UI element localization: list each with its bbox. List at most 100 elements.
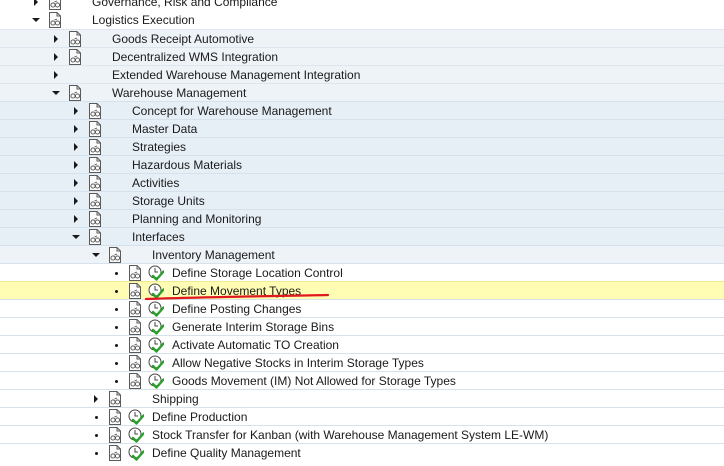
tree-node-label[interactable]: Shipping — [152, 390, 199, 408]
document-icon[interactable] — [128, 319, 142, 335]
tree-node-label[interactable]: Define Posting Changes — [172, 300, 301, 318]
tree-node-label[interactable]: Master Data — [132, 120, 197, 138]
document-icon[interactable] — [48, 0, 62, 10]
document-icon[interactable] — [88, 193, 102, 209]
tree-node-label[interactable]: Interfaces — [132, 228, 185, 246]
execute-activity-icon[interactable] — [148, 301, 165, 317]
collapse-arrow-icon[interactable] — [71, 174, 81, 192]
tree-row[interactable]: Allow Negative Stocks in Interim Storage… — [0, 353, 724, 371]
tree-row[interactable]: Goods Receipt Automotive — [0, 29, 724, 47]
document-icon[interactable] — [68, 31, 82, 47]
document-icon[interactable] — [108, 427, 122, 443]
tree-row[interactable]: Define Production — [0, 407, 724, 425]
tree-node-label[interactable]: Decentralized WMS Integration — [112, 48, 278, 66]
tree-node-label[interactable]: Governance, Risk and Compliance — [92, 0, 277, 11]
tree-node-label[interactable]: Define Storage Location Control — [172, 264, 343, 282]
tree-row[interactable]: Define Quality Management — [0, 443, 724, 461]
expand-arrow-icon[interactable] — [31, 11, 41, 29]
tree-row[interactable]: Define Posting Changes — [0, 299, 724, 317]
tree-node-label[interactable]: Logistics Execution — [92, 11, 195, 29]
document-icon[interactable] — [108, 409, 122, 425]
tree-row[interactable]: Strategies — [0, 137, 724, 155]
tree-row[interactable]: Hazardous Materials — [0, 155, 724, 173]
tree-node-label[interactable]: Storage Units — [132, 192, 205, 210]
execute-activity-icon[interactable] — [148, 373, 165, 389]
tree-row[interactable]: Master Data — [0, 119, 724, 137]
tree-row[interactable]: Generate Interim Storage Bins — [0, 317, 724, 335]
document-icon[interactable] — [68, 49, 82, 65]
tree-node-label[interactable]: Define Production — [152, 408, 247, 426]
tree-row[interactable]: Concept for Warehouse Management — [0, 101, 724, 119]
expand-arrow-icon[interactable] — [71, 228, 81, 246]
document-icon[interactable] — [128, 337, 142, 353]
collapse-arrow-icon[interactable] — [71, 192, 81, 210]
expand-arrow-icon[interactable] — [91, 246, 101, 264]
document-icon[interactable] — [128, 265, 142, 281]
tree-row[interactable]: Stock Transfer for Kanban (with Warehous… — [0, 425, 724, 443]
tree-node-label[interactable]: Define Movement Types — [172, 282, 301, 300]
collapse-arrow-icon[interactable] — [71, 102, 81, 120]
tree-node-label[interactable]: Hazardous Materials — [132, 156, 242, 174]
execute-activity-icon[interactable] — [128, 427, 145, 443]
tree-row[interactable]: Governance, Risk and Compliance — [0, 0, 724, 11]
document-icon[interactable] — [128, 355, 142, 371]
expand-arrow-icon[interactable] — [51, 84, 61, 102]
tree-row[interactable]: Shipping — [0, 389, 724, 407]
execute-activity-icon[interactable] — [148, 319, 165, 335]
tree-node-label[interactable]: Warehouse Management — [112, 84, 246, 102]
tree-node-label[interactable]: Planning and Monitoring — [132, 210, 261, 228]
tree-node-label[interactable]: Define Quality Management — [152, 444, 301, 462]
tree-node-label[interactable]: Allow Negative Stocks in Interim Storage… — [172, 354, 424, 372]
document-icon[interactable] — [88, 157, 102, 173]
document-icon[interactable] — [88, 103, 102, 119]
tree-node-label[interactable]: Extended Warehouse Management Integratio… — [112, 66, 360, 84]
collapse-arrow-icon[interactable] — [51, 30, 61, 48]
tree-node-label[interactable]: Concept for Warehouse Management — [132, 102, 332, 120]
execute-activity-icon[interactable] — [148, 355, 165, 371]
document-icon[interactable] — [88, 175, 102, 191]
tree-row[interactable]: Activities — [0, 173, 724, 191]
tree-row[interactable]: Define Storage Location Control — [0, 263, 724, 281]
tree-row[interactable]: Inventory Management — [0, 245, 724, 263]
tree-row[interactable]: Goods Movement (IM) Not Allowed for Stor… — [0, 371, 724, 389]
execute-activity-icon[interactable] — [128, 409, 145, 425]
execute-activity-icon[interactable] — [128, 445, 145, 461]
collapse-arrow-icon[interactable] — [71, 210, 81, 228]
document-icon[interactable] — [128, 283, 142, 299]
execute-activity-icon[interactable] — [148, 337, 165, 353]
document-icon[interactable] — [88, 139, 102, 155]
tree-row[interactable]: Warehouse Management — [0, 83, 724, 101]
tree-row[interactable]: Extended Warehouse Management Integratio… — [0, 65, 724, 83]
document-icon[interactable] — [68, 85, 82, 101]
tree-row-selected[interactable]: Define Movement Types — [0, 281, 724, 299]
document-icon[interactable] — [88, 211, 102, 227]
tree-row[interactable]: Logistics Execution — [0, 11, 724, 29]
tree-node-label[interactable]: Goods Movement (IM) Not Allowed for Stor… — [172, 372, 456, 390]
collapse-arrow-icon[interactable] — [71, 156, 81, 174]
collapse-arrow-icon[interactable] — [51, 66, 61, 84]
tree-node-label[interactable]: Inventory Management — [152, 246, 275, 264]
tree-row[interactable]: Planning and Monitoring — [0, 209, 724, 227]
collapse-arrow-icon[interactable] — [71, 138, 81, 156]
collapse-arrow-icon[interactable] — [91, 390, 101, 408]
tree-row[interactable]: Activate Automatic TO Creation — [0, 335, 724, 353]
execute-activity-icon[interactable] — [148, 283, 165, 299]
document-icon[interactable] — [108, 445, 122, 461]
tree-row[interactable]: Decentralized WMS Integration — [0, 47, 724, 65]
document-icon[interactable] — [108, 247, 122, 263]
document-icon[interactable] — [128, 301, 142, 317]
tree-node-label[interactable]: Generate Interim Storage Bins — [172, 318, 334, 336]
document-icon[interactable] — [108, 391, 122, 407]
document-icon[interactable] — [128, 373, 142, 389]
tree-node-label[interactable]: Goods Receipt Automotive — [112, 30, 254, 48]
document-icon[interactable] — [48, 12, 62, 28]
execute-activity-icon[interactable] — [148, 265, 165, 281]
tree-node-label[interactable]: Activate Automatic TO Creation — [172, 336, 339, 354]
collapse-arrow-icon[interactable] — [51, 48, 61, 66]
tree-node-label[interactable]: Strategies — [132, 138, 186, 156]
tree-node-label[interactable]: Stock Transfer for Kanban (with Warehous… — [152, 426, 548, 444]
tree-row[interactable]: Interfaces — [0, 227, 724, 245]
tree-row[interactable]: Storage Units — [0, 191, 724, 209]
tree-node-label[interactable]: Activities — [132, 174, 179, 192]
collapse-arrow-icon[interactable] — [31, 0, 41, 11]
